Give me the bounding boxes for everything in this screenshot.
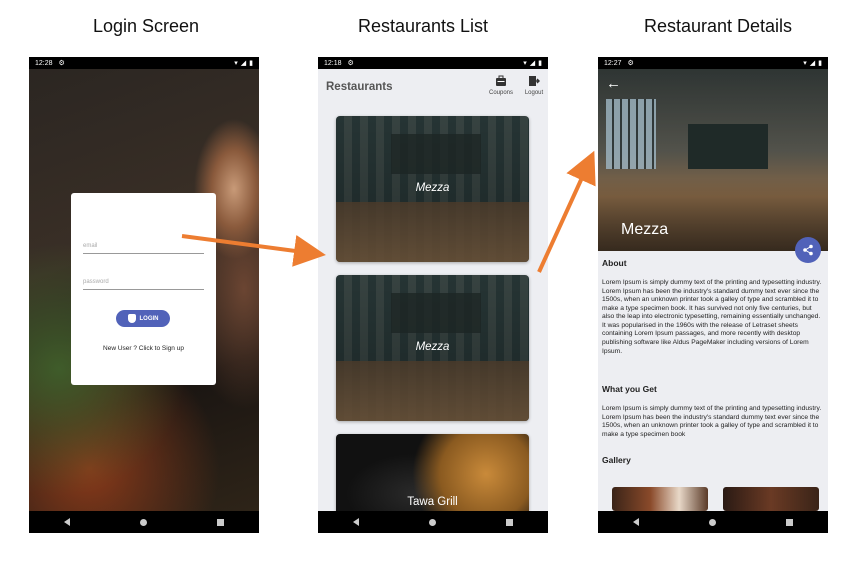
- wifi-icon: ▾: [523, 60, 527, 67]
- restaurant-name: Mezza: [415, 341, 450, 353]
- status-time: 12:18: [324, 59, 342, 67]
- login-phone: 12:28 ⚙ ▾ ◢ ▮ email password LOGIN New U…: [29, 57, 259, 533]
- hero-image-detail: [606, 99, 656, 169]
- status-icons: ▾ ◢ ▮: [803, 59, 822, 67]
- logout-icon: [529, 76, 540, 86]
- nav-bar: [598, 511, 828, 533]
- password-field[interactable]: password: [83, 279, 204, 290]
- share-icon: [803, 244, 813, 256]
- wifi-icon: ▾: [803, 60, 807, 67]
- battery-icon: ▮: [818, 60, 822, 67]
- restaurant-name: Tawa Grill: [407, 496, 458, 508]
- status-bar: 12:18 ⚙ ▾ ◢ ▮: [318, 57, 548, 69]
- restaurant-card[interactable]: Mezza: [336, 275, 529, 421]
- logout-button[interactable]: Logout: [518, 75, 548, 96]
- email-field[interactable]: email: [83, 243, 204, 254]
- signup-link[interactable]: New User ? Click to Sign up: [71, 345, 216, 352]
- caption-list: Restaurants List: [357, 16, 489, 36]
- back-arrow-icon[interactable]: ←: [606, 75, 621, 92]
- nav-back-icon[interactable]: [353, 518, 359, 526]
- login-button[interactable]: LOGIN: [116, 310, 170, 327]
- app-bar: Restaurants Coupons Logout: [318, 69, 548, 113]
- signal-icon: ◢: [529, 60, 536, 67]
- status-bar: 12:28 ⚙ ▾ ◢ ▮: [29, 57, 259, 69]
- page-title: Restaurants: [326, 81, 393, 93]
- status-time: 12:28: [35, 59, 53, 67]
- gallery-thumbnail[interactable]: [612, 487, 708, 511]
- battery-icon: ▮: [538, 60, 542, 67]
- restaurant-title: Mezza: [621, 221, 669, 238]
- status-time: 12:27: [604, 59, 622, 67]
- battery-icon: ▮: [249, 60, 253, 67]
- shield-check-icon: [127, 314, 136, 323]
- signal-icon: ◢: [809, 60, 816, 67]
- wifi-icon: ▾: [234, 60, 238, 67]
- card-image-detail: [391, 293, 481, 333]
- nav-back-icon[interactable]: [64, 518, 70, 526]
- nav-home-icon[interactable]: [140, 518, 147, 526]
- card-image-detail: [336, 361, 529, 421]
- about-text: Lorem Ipsum is simply dummy text of the …: [602, 279, 822, 355]
- coupon-icon: [496, 75, 506, 86]
- logout-label: Logout: [524, 90, 544, 96]
- coupons-label: Coupons: [488, 90, 514, 96]
- what-you-get-heading: What you Get: [602, 384, 657, 394]
- hero-image-detail: [688, 124, 768, 169]
- restaurant-card[interactable]: Mezza: [336, 116, 529, 262]
- coupons-button[interactable]: Coupons: [485, 75, 517, 96]
- status-icons: ▾ ◢ ▮: [234, 59, 253, 67]
- nav-bar: [318, 511, 548, 533]
- nav-back-icon[interactable]: [633, 518, 639, 526]
- card-image-detail: [336, 202, 529, 262]
- settings-icon: ⚙: [347, 60, 354, 67]
- nav-home-icon[interactable]: [709, 518, 716, 526]
- signal-icon: ◢: [240, 60, 247, 67]
- nav-recents-icon[interactable]: [786, 518, 793, 526]
- list-phone: 12:18 ⚙ ▾ ◢ ▮ Restaurants Coupons Logout: [318, 57, 548, 533]
- caption-details: Restaurant Details: [643, 16, 793, 36]
- gallery-heading: Gallery: [602, 455, 631, 465]
- gallery-thumbnail[interactable]: [723, 487, 819, 511]
- nav-recents-icon[interactable]: [217, 518, 224, 526]
- restaurant-name: Mezza: [415, 182, 450, 194]
- login-card: email password LOGIN New User ? Click to…: [71, 193, 216, 385]
- nav-bar: [29, 511, 259, 533]
- nav-recents-icon[interactable]: [506, 518, 513, 526]
- nav-home-icon[interactable]: [429, 518, 436, 526]
- card-image-detail: [391, 134, 481, 174]
- settings-icon: ⚙: [627, 60, 634, 67]
- status-bar: 12:27 ⚙ ▾ ◢ ▮: [598, 57, 828, 69]
- login-button-label: LOGIN: [139, 315, 159, 322]
- status-icons: ▾ ◢ ▮: [523, 59, 542, 67]
- caption-login: Login Screen: [92, 16, 200, 36]
- share-button[interactable]: [795, 237, 821, 263]
- details-phone: 12:27 ⚙ ▾ ◢ ▮ ← Mezza About Lorem Ipsum …: [598, 57, 828, 533]
- settings-icon: ⚙: [58, 60, 65, 67]
- about-heading: About: [602, 258, 627, 268]
- what-you-get-text: Lorem Ipsum is simply dummy text of the …: [602, 405, 822, 438]
